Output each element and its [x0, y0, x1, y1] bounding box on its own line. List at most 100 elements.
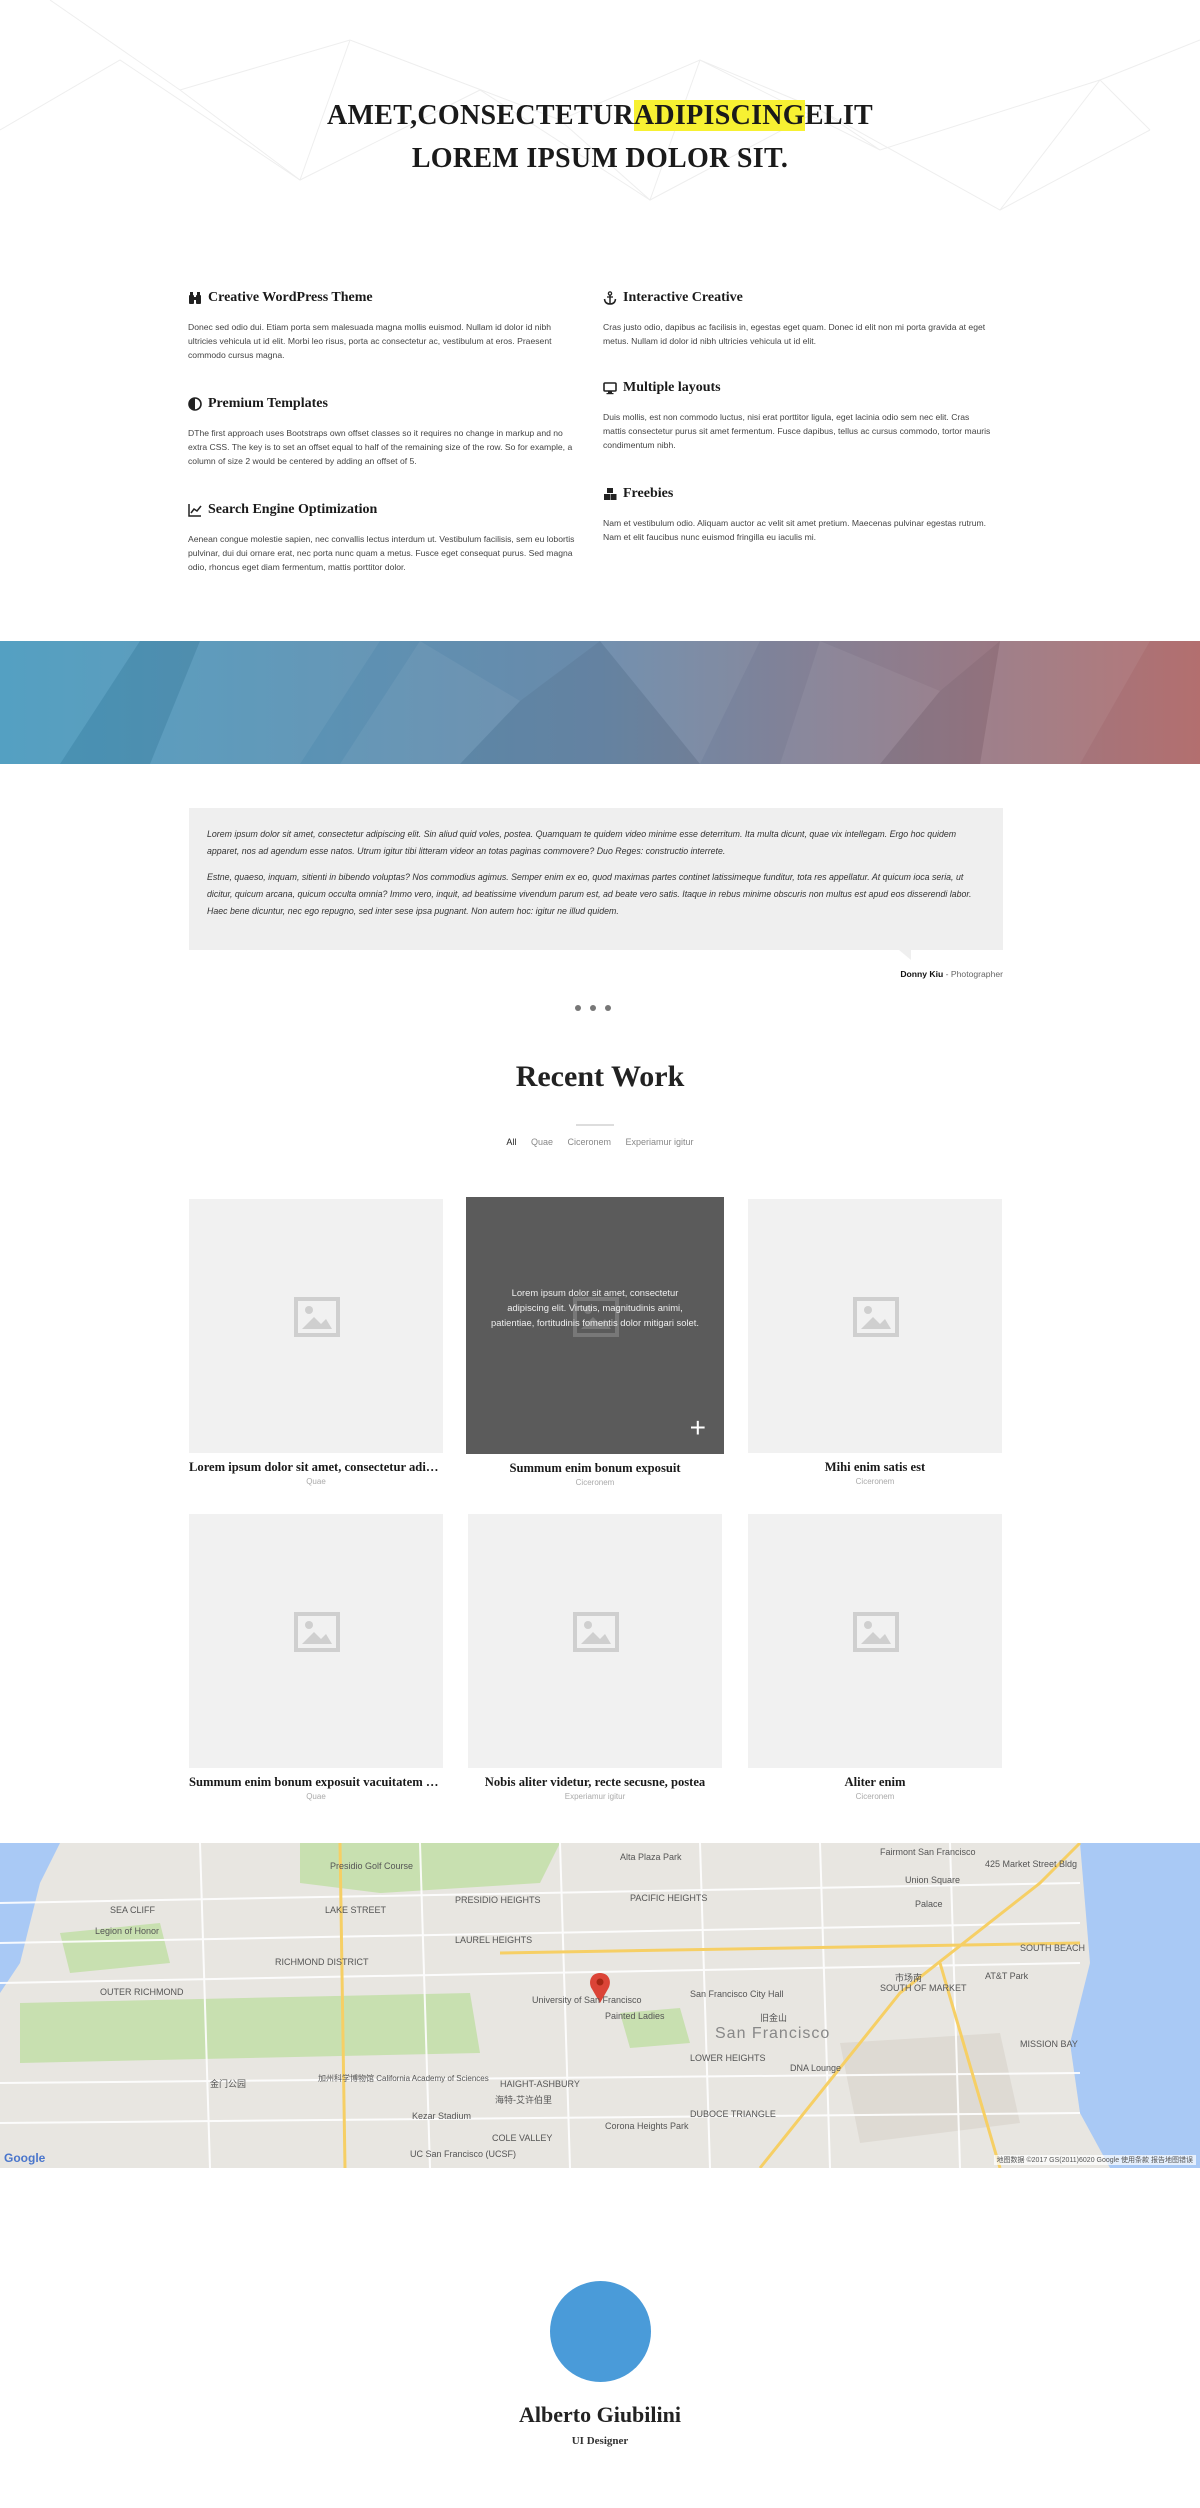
map-label: LAUREL HEIGHTS	[455, 1935, 533, 1945]
location-map[interactable]: Presidio Golf Course SEA CLIFF Legion of…	[0, 1843, 1200, 2168]
feature-text: Aenean congue molestie sapien, nec conva…	[188, 534, 575, 572]
portfolio-overlay-text: Lorem ipsum dolor sit amet, consectetur …	[491, 1287, 699, 1328]
portfolio-category: Quae	[306, 1477, 326, 1486]
gradient-banner	[0, 641, 1200, 764]
map-city-label: San Francisco	[715, 2025, 831, 2042]
testimonial-paragraph: Lorem ipsum dolor sit amet, consectetur …	[207, 829, 957, 856]
cubes-icon	[604, 488, 617, 500]
feature-item: Freebies Nam et vestibulum odio. Aliquam…	[603, 486, 993, 544]
pagination-dot[interactable]	[605, 1005, 611, 1011]
filter-all[interactable]: All	[506, 1137, 516, 1147]
map-label: Alta Plaza Park	[620, 1852, 682, 1862]
map-label: DNA Lounge	[790, 2063, 842, 2073]
map-label: PACIFIC HEIGHTS	[630, 1893, 708, 1903]
feature-text: Cras justo odio, dapibus ac facilisis in…	[603, 322, 986, 346]
feature-title: Creative WordPress Theme	[208, 290, 373, 305]
portfolio-category: Ciceronem	[855, 1792, 895, 1801]
portfolio-item-hovered[interactable]: Lorem ipsum dolor sit amet, consectetur …	[466, 1197, 724, 1487]
portfolio-thumbnail[interactable]	[189, 1199, 443, 1453]
image-placeholder-icon	[294, 1297, 340, 1337]
filter-quae[interactable]: Quae	[531, 1137, 553, 1147]
feature-title: Interactive Creative	[623, 290, 743, 305]
hero-title-line1: AMET,CONSECTETURADIPISCINGELIT	[326, 100, 874, 131]
map-label: Fairmont San Francisco	[880, 1847, 976, 1857]
portfolio-thumbnail[interactable]	[189, 1514, 443, 1768]
portfolio-filters: All Quae Ciceronem Experiamur igitur	[0, 1137, 1200, 1147]
testimonial-author: Donny Kiu - Photographer	[900, 969, 1003, 979]
feature-item: Multiple layouts Duis mollis, est non co…	[603, 380, 993, 452]
portfolio-title[interactable]: Summum enim bonum exposuit	[466, 1461, 724, 1476]
feature-text: Duis mollis, est non commodo luctus, nis…	[603, 412, 991, 450]
map-label: 市场南	[895, 1973, 923, 1983]
map-label: SEA CLIFF	[110, 1905, 156, 1915]
plus-icon[interactable]: +	[690, 1414, 706, 1442]
portfolio-thumbnail[interactable]	[748, 1199, 1002, 1453]
map-label: 海特-艾许伯里	[495, 2095, 552, 2105]
portfolio-title[interactable]: Mihi enim satis est	[748, 1460, 1002, 1475]
portfolio-item[interactable]: Aliter enim Ciceronem	[748, 1514, 1002, 1801]
map-label: LAKE STREET	[325, 1905, 387, 1915]
map-label: AT&T Park	[985, 1971, 1029, 1981]
map-label: 425 Market Street Bldg	[985, 1859, 1078, 1869]
portfolio-title[interactable]: Nobis aliter videtur, recte secusne, pos…	[468, 1775, 722, 1790]
portfolio-item[interactable]: Summum enim bonum exposuit vacuitatem do…	[189, 1514, 443, 1801]
portfolio-category: Ciceronem	[575, 1478, 615, 1487]
testimonial-paragraph: Estne, quaeso, inquam, sitienti in biben…	[207, 872, 972, 916]
filter-experiamur-igitur[interactable]: Experiamur igitur	[626, 1137, 694, 1147]
portfolio-thumbnail[interactable]: Lorem ipsum dolor sit amet, consectetur …	[466, 1197, 724, 1454]
line-chart-icon	[188, 504, 202, 517]
map-label: Corona Heights Park	[605, 2121, 689, 2131]
profile-role: UI Designer	[571, 2435, 629, 2447]
portfolio-thumbnail[interactable]	[468, 1514, 722, 1768]
map-label: Palace	[915, 1899, 943, 1909]
pagination-dot[interactable]	[590, 1005, 596, 1011]
map-label: PRESIDIO HEIGHTS	[455, 1895, 541, 1905]
map-label: San Francisco City Hall	[690, 1989, 784, 1999]
title-divider	[576, 1124, 614, 1126]
map-attribution[interactable]: 地图数据 ©2017 GS(2011)6020 Google 使用条款 报告地图…	[993, 2155, 1196, 2165]
map-label: RICHMOND DISTRICT	[275, 1957, 369, 1967]
binoculars-icon	[189, 292, 201, 304]
feature-text: DThe first approach uses Bootstraps own …	[188, 428, 573, 466]
image-placeholder-icon	[853, 1612, 899, 1652]
profile-name: Alberto Giubilini	[519, 2402, 681, 2427]
hero-title-line2: LOREM IPSUM DOLOR SIT.	[411, 143, 789, 174]
portfolio-item[interactable]: Mihi enim satis est Ciceronem	[748, 1199, 1002, 1486]
map-label: OUTER RICHMOND	[100, 1987, 184, 1997]
filter-ciceronem[interactable]: Ciceronem	[568, 1137, 612, 1147]
feature-item: Search Engine Optimization Aenean congue…	[188, 502, 578, 574]
desktop-icon	[603, 382, 617, 395]
portfolio-category: Experiamur igitur	[564, 1792, 626, 1801]
image-placeholder-icon	[853, 1297, 899, 1337]
banner-graphic	[0, 641, 1200, 764]
portfolio-title[interactable]: Summum enim bonum exposuit vacuitatem do…	[189, 1775, 443, 1790]
feature-title: Premium Templates	[208, 396, 328, 411]
map-tiles[interactable]	[0, 1843, 1200, 2168]
portfolio-item[interactable]: Lorem ipsum dolor sit amet, consectetur …	[189, 1199, 443, 1486]
portfolio-title[interactable]: Lorem ipsum dolor sit amet, consectetur …	[189, 1460, 443, 1475]
portfolio-category: Quae	[306, 1792, 326, 1801]
feature-text: Nam et vestibulum odio. Aliquam auctor a…	[603, 518, 987, 542]
pagination-dot[interactable]	[575, 1005, 581, 1011]
feature-text: Donec sed odio dui. Etiam porta sem male…	[188, 322, 552, 360]
hero-highlight: ADIPISCING	[633, 100, 805, 131]
avatar	[550, 2281, 651, 2382]
map-label: COLE VALLEY	[492, 2133, 553, 2143]
map-label: Presidio Golf Course	[330, 1861, 414, 1871]
testimonial-pagination[interactable]	[575, 1005, 611, 1011]
map-label: Union Square	[905, 1875, 961, 1885]
map-label: Kezar Stadium	[412, 2111, 472, 2121]
recent-work-title: Recent Work	[515, 1060, 685, 1093]
features-section: Creative WordPress Theme Donec sed odio …	[188, 290, 1012, 610]
portfolio-title[interactable]: Aliter enim	[748, 1775, 1002, 1790]
google-logo[interactable]: Google	[4, 2151, 45, 2165]
map-label: 金门公园	[210, 2079, 247, 2089]
portfolio-category: Ciceronem	[855, 1477, 895, 1486]
portfolio-thumbnail[interactable]	[748, 1514, 1002, 1768]
adjust-icon	[188, 397, 202, 411]
portfolio-item[interactable]: Nobis aliter videtur, recte secusne, pos…	[468, 1514, 722, 1801]
map-label: SOUTH BEACH	[1020, 1943, 1086, 1953]
image-placeholder-icon	[294, 1612, 340, 1652]
map-label: Painted Ladies	[605, 2011, 665, 2021]
map-label: MISSION BAY	[1020, 2039, 1078, 2049]
